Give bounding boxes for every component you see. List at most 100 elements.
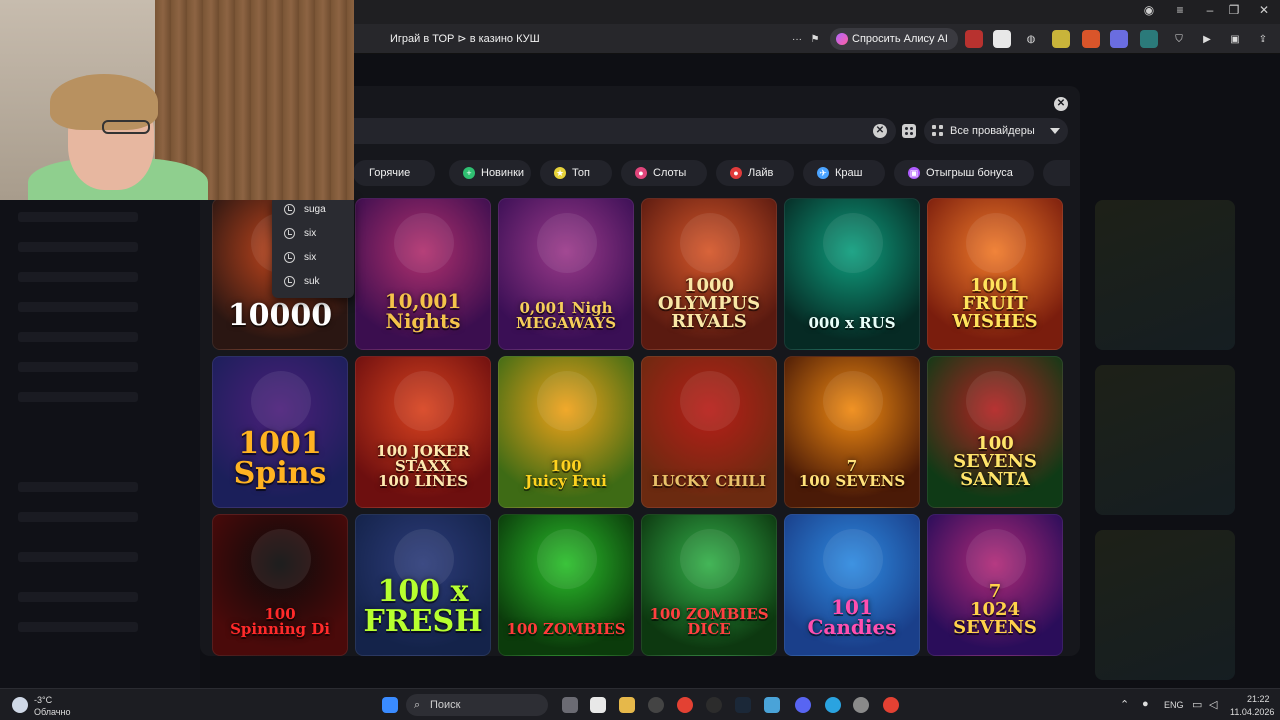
game-title: 10,001 Nights [384, 289, 462, 333]
game-tile[interactable]: 100 ZOMBIES DICE [641, 514, 777, 656]
microphone-icon[interactable]: ● [1142, 698, 1149, 710]
game-title: 1001 Spins [233, 426, 327, 491]
extension-icon[interactable] [965, 30, 983, 48]
share-icon[interactable]: ⇪ [1254, 30, 1272, 48]
steam-icon[interactable] [735, 697, 751, 713]
globe-icon[interactable]: ◍ [1022, 30, 1040, 48]
game-tile[interactable]: 100 x FRESH [355, 514, 491, 656]
more-icon[interactable]: ··· [788, 30, 806, 48]
game-tile[interactable]: 1001 Spins [212, 356, 348, 508]
game-tile[interactable]: 000 x RUS [784, 198, 920, 350]
suggestion-item[interactable]: suga [272, 198, 354, 222]
app-icon[interactable] [706, 697, 722, 713]
clear-search-icon[interactable]: ✕ [873, 124, 887, 138]
windows-start-icon[interactable] [382, 697, 398, 713]
casino-background-cards [1085, 190, 1260, 680]
suggestion-label: suk [304, 276, 320, 287]
game-tile[interactable]: 7 1024 SEVENS [927, 514, 1063, 656]
discord-icon[interactable] [795, 697, 811, 713]
game-tile[interactable]: 10,001 Nights [355, 198, 491, 350]
file-explorer-icon[interactable] [619, 697, 635, 713]
game-tile[interactable]: 1000 OLYMPUS RIVALS [641, 198, 777, 350]
chevron-up-icon[interactable]: ⌃ [1120, 698, 1129, 711]
collections-icon[interactable]: ▣ [1226, 30, 1244, 48]
category-tab[interactable]: + Новинки [449, 160, 531, 186]
history-clock-icon [284, 252, 295, 263]
bookmark-icon[interactable]: ⚑ [806, 30, 824, 48]
sidebar-item [18, 302, 138, 312]
page-title[interactable]: Играй в ТОР ⊳ в казино КУШ [390, 32, 540, 45]
random-game-dice-icon[interactable] [902, 124, 916, 138]
alisa-icon [836, 33, 848, 45]
close-icon[interactable]: ✕ [1252, 3, 1276, 17]
modal-close-button[interactable]: ✕ [1054, 97, 1068, 111]
play-icon[interactable]: ▶ [1198, 30, 1216, 48]
yandex-browser-icon[interactable] [590, 697, 606, 713]
star-icon: ★ [554, 167, 566, 179]
chrome-icon[interactable] [677, 697, 693, 713]
monitor-app-icon[interactable] [764, 697, 780, 713]
extension-icon[interactable] [1140, 30, 1158, 48]
shield-icon[interactable]: ◉ [1137, 3, 1161, 17]
minimize-icon[interactable]: – [1198, 3, 1222, 17]
weather-cloud-icon[interactable] [12, 697, 28, 713]
category-scroll-more[interactable] [1043, 160, 1070, 186]
alisa-button[interactable]: Спросить Алису AI [830, 28, 958, 50]
game-title: 100 Spinning Di [230, 605, 330, 638]
telegram-icon[interactable] [825, 697, 841, 713]
game-title: 100 ZOMBIES DICE [649, 605, 769, 638]
providers-dropdown[interactable]: Все провайдеры [924, 118, 1068, 144]
suggestion-item[interactable]: six [272, 222, 354, 246]
game-icon[interactable] [1110, 30, 1128, 48]
extension-icon[interactable] [1052, 30, 1070, 48]
game-tile[interactable]: 0,001 Nigh MEGAWAYS [498, 198, 634, 350]
game-tile[interactable]: 100 Juicy Frui [498, 356, 634, 508]
restore-icon[interactable]: ❐ [1222, 3, 1246, 17]
category-tab-label: Горячие [369, 167, 411, 179]
fox-icon[interactable] [1082, 30, 1100, 48]
clock-date[interactable]: 11.04.2026 [1230, 707, 1274, 717]
network-icon[interactable]: ▭ [1192, 698, 1202, 711]
game-tile[interactable]: 100 JOKER STAXX 100 LINES [355, 356, 491, 508]
category-tab[interactable]: Горячие [353, 160, 435, 186]
game-title: 1000 OLYMPUS RIVALS [657, 275, 761, 332]
suggestion-item[interactable]: six [272, 246, 354, 270]
sidebar-item [18, 592, 138, 602]
language-indicator[interactable]: ENG [1164, 700, 1184, 710]
game-tile[interactable]: 7 100 SEVENS [784, 356, 920, 508]
game-title: 10000 [227, 298, 333, 333]
game-tile[interactable]: LUCKY CHILI [641, 356, 777, 508]
category-tab[interactable]: ✈ Краш [803, 160, 885, 186]
clock-app-icon[interactable] [648, 697, 664, 713]
game-tile[interactable]: 100 ZOMBIES [498, 514, 634, 656]
clock-time[interactable]: 21:22 [1247, 694, 1270, 704]
search-suggestions: suga six six suk [272, 196, 354, 298]
suggestion-item[interactable]: suk [272, 270, 354, 294]
game-title: 000 x RUS [808, 314, 896, 332]
game-tile[interactable]: 101 Candies [784, 514, 920, 656]
game-art [394, 371, 454, 431]
taskbar-search[interactable]: ⌕ Поиск [406, 694, 548, 716]
game-tile[interactable]: 1001 FRUIT WISHES [927, 198, 1063, 350]
windows-taskbar: -3°C Облачно ⌕ Поиск ⌃ ● ENG ▭ ◁ 21:22 1… [0, 688, 1280, 720]
category-tab[interactable]: ● Слоты [621, 160, 707, 186]
game-title: 1001 FRUIT WISHES [952, 275, 1038, 332]
chevron-down-icon [1050, 128, 1060, 134]
volume-icon[interactable]: ◁ [1209, 698, 1217, 711]
qr-icon[interactable] [993, 30, 1011, 48]
game-title: 100 x FRESH [363, 574, 483, 639]
shield-icon[interactable]: ⛉ [1170, 30, 1188, 48]
menu-icon[interactable]: ≡ [1168, 3, 1192, 17]
game-tile[interactable]: 100 Spinning Di [212, 514, 348, 656]
plane-icon: ✈ [817, 167, 829, 179]
category-tab[interactable]: ● Лайв [716, 160, 794, 186]
game-tile[interactable]: 100 SEVENS SANTA [927, 356, 1063, 508]
game-title: LUCKY CHILI [651, 472, 766, 490]
task-view-icon[interactable] [562, 697, 578, 713]
sidebar-item [18, 392, 138, 402]
category-tab[interactable]: ★ Топ [540, 160, 612, 186]
settings-icon[interactable] [853, 697, 869, 713]
chrome-icon[interactable] [883, 697, 899, 713]
category-tab[interactable]: ▣ Отыгрыш бонуса [894, 160, 1034, 186]
gift-icon: ▣ [908, 167, 920, 179]
